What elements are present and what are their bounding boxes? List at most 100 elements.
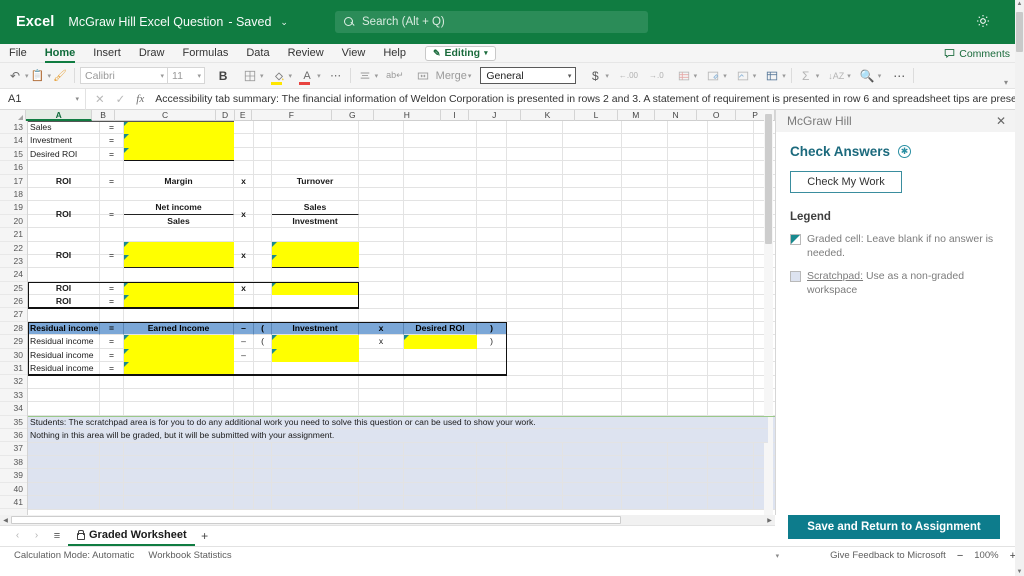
formula-label-cell[interactable]: ROI	[28, 174, 100, 188]
grid-cell[interactable]	[622, 161, 668, 175]
graded-input-cell[interactable]	[124, 134, 234, 148]
grid-cell[interactable]	[668, 134, 708, 148]
grid-cell[interactable]	[234, 121, 254, 135]
grid-cell[interactable]	[622, 121, 668, 135]
grid-cell[interactable]	[668, 322, 708, 336]
operator-cell[interactable]: x	[234, 174, 254, 188]
merge-label[interactable]: Merge	[436, 70, 467, 82]
grid-cell[interactable]	[563, 134, 622, 148]
fraction-denominator-cell[interactable]: Investment	[272, 214, 359, 229]
grid-cell[interactable]	[254, 308, 272, 322]
scratchpad-cell[interactable]	[507, 442, 563, 456]
grid-cell[interactable]	[622, 362, 668, 376]
font-name-select[interactable]: Calibri ▾	[80, 67, 169, 84]
grid-cell[interactable]	[404, 174, 477, 188]
scratchpad-cell[interactable]	[708, 482, 754, 497]
grid-cell[interactable]	[622, 241, 668, 255]
scratchpad-cell[interactable]	[507, 456, 563, 470]
grid-cell[interactable]	[563, 161, 622, 175]
grid-cell[interactable]	[668, 348, 708, 363]
scratchpad-cell[interactable]	[622, 456, 668, 470]
grid-cell[interactable]	[234, 308, 254, 322]
grid-cell[interactable]	[234, 375, 254, 389]
graded-input-cell[interactable]	[272, 348, 359, 363]
autosum-icon[interactable]: Σ	[797, 66, 815, 86]
grid-cell[interactable]	[507, 335, 563, 349]
scratchpad-cell[interactable]	[28, 442, 100, 456]
tab-review[interactable]: Review	[279, 44, 333, 63]
grid-cell[interactable]	[507, 161, 563, 175]
column-header-j[interactable]: J	[469, 110, 521, 121]
graded-input-cell[interactable]	[124, 241, 234, 255]
column-header-m[interactable]: M	[618, 110, 655, 121]
grid-cell[interactable]	[404, 214, 477, 229]
scratchpad-cell[interactable]	[124, 442, 234, 456]
scratchpad-link[interactable]: Scratchpad:	[807, 270, 863, 282]
grid-cell[interactable]	[668, 228, 708, 242]
sheet-tab-graded-worksheet[interactable]: Graded Worksheet	[68, 526, 195, 546]
scratchpad-cell[interactable]	[254, 482, 272, 497]
scratchpad-cell[interactable]	[477, 442, 507, 456]
wrap-text-icon[interactable]: ab↵	[384, 66, 406, 86]
grid-cell[interactable]	[668, 308, 708, 322]
grid-cell[interactable]	[563, 255, 622, 269]
currency-format-icon[interactable]: $	[586, 66, 604, 86]
scratchpad-cell[interactable]	[234, 496, 254, 510]
graded-input-cell[interactable]	[272, 335, 359, 349]
row-header-17[interactable]: 17	[0, 175, 27, 188]
operator-cell[interactable]: =	[100, 348, 124, 363]
confirm-entry-icon[interactable]: ✓	[116, 92, 126, 106]
grid-cell[interactable]	[254, 188, 272, 202]
scroll-down-arrow-icon[interactable]: ▼	[1015, 569, 1024, 575]
grid-cell[interactable]	[507, 147, 563, 162]
grid-cell[interactable]	[124, 161, 234, 175]
next-sheet-icon[interactable]: ›	[27, 530, 46, 541]
grid-cell[interactable]	[507, 348, 563, 363]
row-header-39[interactable]: 39	[0, 469, 27, 483]
alignment-chevron-icon[interactable]: ▾	[375, 72, 379, 80]
grid-cell[interactable]	[100, 161, 124, 175]
tab-help[interactable]: Help	[374, 44, 415, 63]
grid-cell[interactable]	[124, 268, 234, 282]
grid-cell[interactable]	[563, 295, 622, 309]
grid-cell[interactable]	[100, 375, 124, 389]
number-format-select[interactable]: General ▾	[480, 67, 577, 84]
status-bar-options-chevron-icon[interactable]: ▾	[776, 552, 780, 560]
scratchpad-cell[interactable]	[477, 482, 507, 497]
fraction-numerator-cell[interactable]: Sales	[272, 201, 359, 215]
grid-cell[interactable]	[234, 228, 254, 242]
currency-chevron-icon[interactable]: ▾	[605, 72, 609, 80]
row-header-33[interactable]: 33	[0, 389, 27, 403]
grid-cell[interactable]	[28, 375, 100, 389]
row-header-34[interactable]: 34	[0, 402, 27, 416]
borders-chevron-icon[interactable]: ▾	[260, 72, 264, 80]
grid-cell[interactable]	[359, 255, 404, 269]
column-header-l[interactable]: L	[575, 110, 618, 121]
give-feedback-label[interactable]: Give Feedback to Microsoft	[830, 550, 946, 561]
row-header-35[interactable]: 35	[0, 416, 27, 429]
table-header-cell[interactable]: Residual income	[28, 322, 100, 336]
horizontal-scroll-thumb[interactable]	[11, 516, 621, 524]
grid-cell[interactable]	[668, 389, 708, 403]
grid-cell[interactable]	[404, 255, 477, 269]
cell-area[interactable]: Sales = Investment = Desired ROI = ROI = Margin x…	[28, 121, 775, 522]
grid-cell[interactable]	[404, 281, 477, 296]
grid-cell[interactable]	[563, 362, 622, 376]
grid-cell[interactable]	[563, 228, 622, 242]
operator-cell[interactable]: =	[100, 201, 124, 229]
scratchpad-cell[interactable]	[404, 496, 477, 510]
operator-cell[interactable]: –	[234, 348, 254, 363]
scratchpad-cell[interactable]	[234, 482, 254, 497]
scratchpad-cell[interactable]	[563, 482, 622, 497]
paste-button[interactable]: 📋	[29, 66, 47, 86]
cell-styles-icon[interactable]	[734, 66, 752, 86]
grid-cell[interactable]	[477, 308, 507, 322]
grid-cell[interactable]	[124, 402, 234, 416]
grid-cell[interactable]	[507, 134, 563, 148]
document-menu-chevron-icon[interactable]: ⌄	[280, 17, 288, 28]
tab-draw[interactable]: Draw	[130, 44, 174, 63]
grid-cell[interactable]	[100, 268, 124, 282]
tab-formulas[interactable]: Formulas	[173, 44, 237, 63]
settings-gear-icon[interactable]	[974, 12, 994, 32]
grid-cell[interactable]	[563, 188, 622, 202]
